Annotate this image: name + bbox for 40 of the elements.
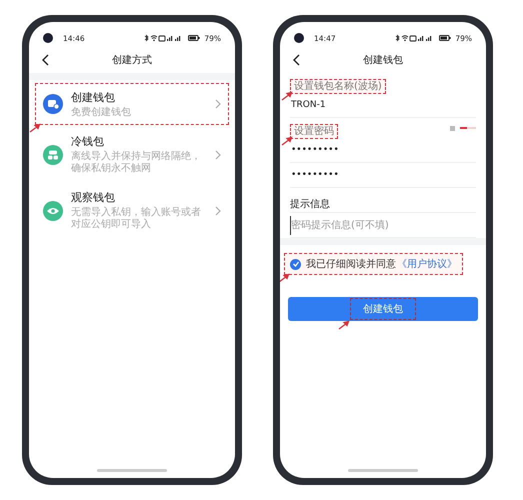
create-wallet-button[interactable]: 创建钱包 [288,297,478,321]
annotation-arrow-icon [338,320,350,330]
blocks-icon [43,144,63,164]
chevron-right-icon [215,99,221,109]
back-icon[interactable] [41,54,51,66]
wallet-option[interactable]: 观察钱包 无需导入私钥，输入账号或者对应公钥即可导入 [35,184,229,237]
checkbox[interactable] [290,258,301,270]
field-label: 设置钱包名称(波场) [290,78,386,94]
camera-icon [43,33,53,43]
agreement-text: 我已仔细阅读并同意 [306,258,396,271]
input-field[interactable]: ••••••••• [290,166,339,184]
wallet-option[interactable]: 冷钱包 离线导入并保持与网络隔绝，确保私钥永不触网 [35,128,229,181]
chevron-right-icon [215,206,221,216]
input-field[interactable]: TRON-1 [290,96,326,114]
annotation-arrow-icon [29,123,41,133]
section-label: 提示信息 [290,198,330,211]
agreement-link[interactable]: 《用户协议》 [397,257,457,271]
input-field[interactable]: ••••••••• [290,141,339,159]
option-title: 观察钱包 [71,190,116,205]
back-icon[interactable] [292,54,302,66]
wallet-icon [43,94,63,114]
eye-icon [43,200,63,220]
option-description: 免费创建钱包 [71,106,132,118]
battery-icon [188,34,200,42]
field-label: 设置密码 [290,124,338,138]
annotation-arrow-icon [281,90,293,100]
battery-icon [439,34,452,42]
screen-title: 创建方式 [112,54,152,67]
screen-title: 创建钱包 [363,54,403,67]
option-title: 冷钱包 [71,134,105,149]
strength-square-icon [450,126,455,130]
camera-icon [294,33,304,43]
option-description: 离线导入并保持与网络隔绝，确保私钥永不触网 [71,151,202,175]
annotation-arrow-icon [281,136,293,146]
chevron-right-icon [215,150,221,160]
option-title: 创建钱包 [71,90,116,104]
option-description: 无需导入私钥，输入账号或者对应公钥即可导入 [71,207,202,231]
wallet-option[interactable]: 创建钱包 免费创建钱包 [35,83,229,125]
home-indicator [97,469,167,472]
home-indicator [348,469,418,472]
